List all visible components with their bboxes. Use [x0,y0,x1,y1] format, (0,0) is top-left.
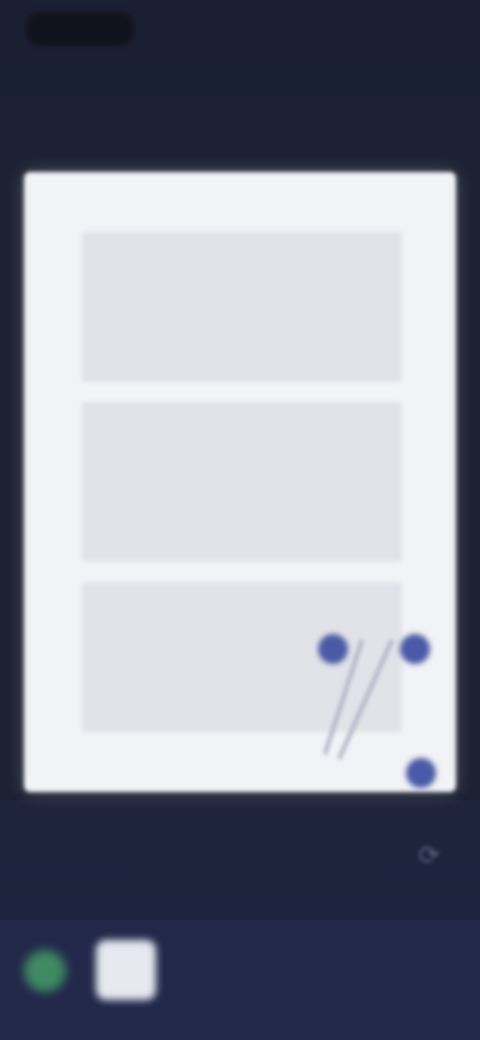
rotate-icon[interactable]: ⟳ [418,840,440,871]
bottom-controls: ⟳ [0,820,480,920]
page-thumbnail[interactable] [96,940,156,1000]
thumbnail-tray [0,920,480,1040]
scanned-document [24,172,456,792]
status-bar [0,0,480,60]
capture-mode-button[interactable] [24,950,66,992]
scan-preview-area [0,150,480,800]
crop-handle-top-right[interactable] [400,634,430,664]
crop-handle-top-left[interactable] [318,634,348,664]
text-paragraph [82,232,402,382]
document-scanner-screen: ⟳ [0,0,480,1040]
status-pill [26,12,134,46]
crop-handle-bottom-right[interactable] [406,758,436,788]
top-toolbar [0,70,480,120]
text-paragraph [82,402,402,562]
